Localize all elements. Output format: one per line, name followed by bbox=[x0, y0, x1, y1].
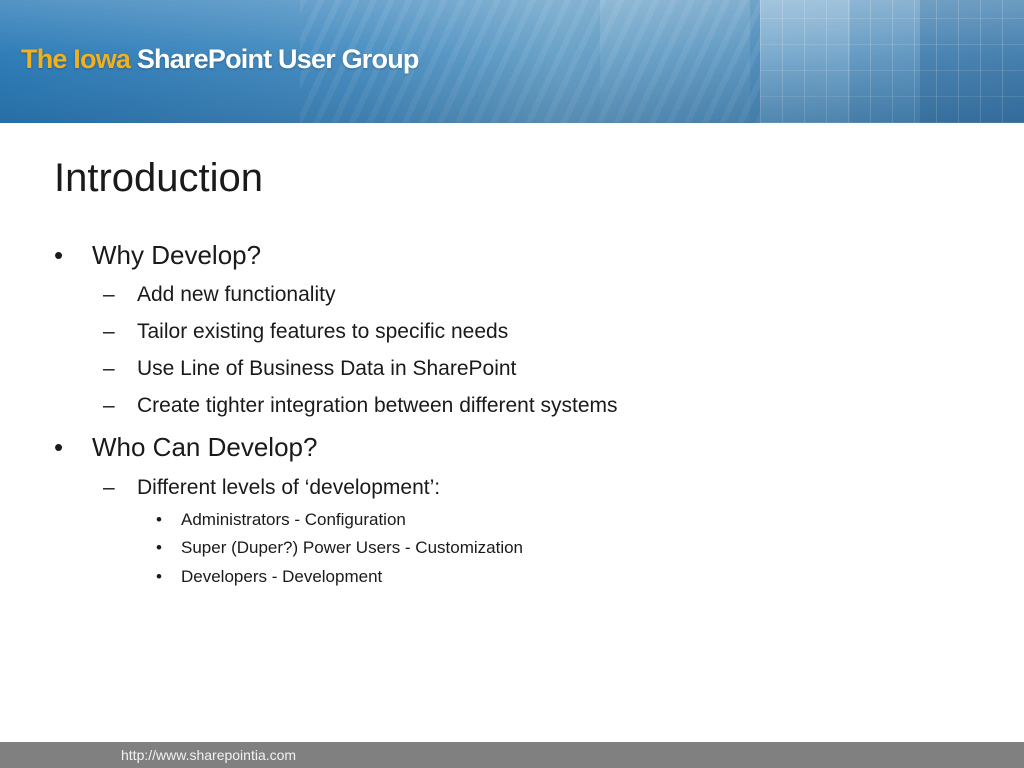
bullet-text: Why Develop? bbox=[92, 240, 262, 270]
bullet-text: Who Can Develop? bbox=[92, 432, 318, 462]
sub-bullet-text: Add new functionality bbox=[137, 283, 336, 306]
sub-sub-bullet-text: Super (Duper?) Power Users - Customizati… bbox=[181, 538, 524, 557]
dash-marker: – bbox=[103, 476, 115, 499]
bullet-marker: • bbox=[156, 510, 162, 529]
dash-marker: – bbox=[103, 283, 115, 306]
sub-bullet-text: Create tighter integration between diffe… bbox=[137, 394, 618, 417]
slide-content: • Why Develop? – Add new functionality –… bbox=[0, 0, 1024, 740]
bullet-marker: • bbox=[156, 538, 162, 557]
bullet-marker: • bbox=[54, 240, 64, 270]
footer-bar: http://www.sharepointia.com bbox=[0, 742, 1024, 768]
sub-bullet-text: Use Line of Business Data in SharePoint bbox=[137, 357, 517, 380]
bullet-marker: • bbox=[156, 567, 162, 586]
dash-marker: – bbox=[103, 394, 115, 417]
sub-bullet-text: Different levels of ‘development’: bbox=[137, 476, 441, 499]
sub-sub-bullet-text: Administrators - Configuration bbox=[181, 510, 406, 529]
sub-sub-bullet-text: Developers - Development bbox=[181, 567, 383, 586]
sub-bullet-text: Tailor existing features to specific nee… bbox=[137, 320, 509, 343]
dash-marker: – bbox=[103, 357, 115, 380]
bullet-marker: • bbox=[54, 432, 64, 462]
footer-url: http://www.sharepointia.com bbox=[121, 747, 297, 763]
dash-marker: – bbox=[103, 320, 115, 343]
